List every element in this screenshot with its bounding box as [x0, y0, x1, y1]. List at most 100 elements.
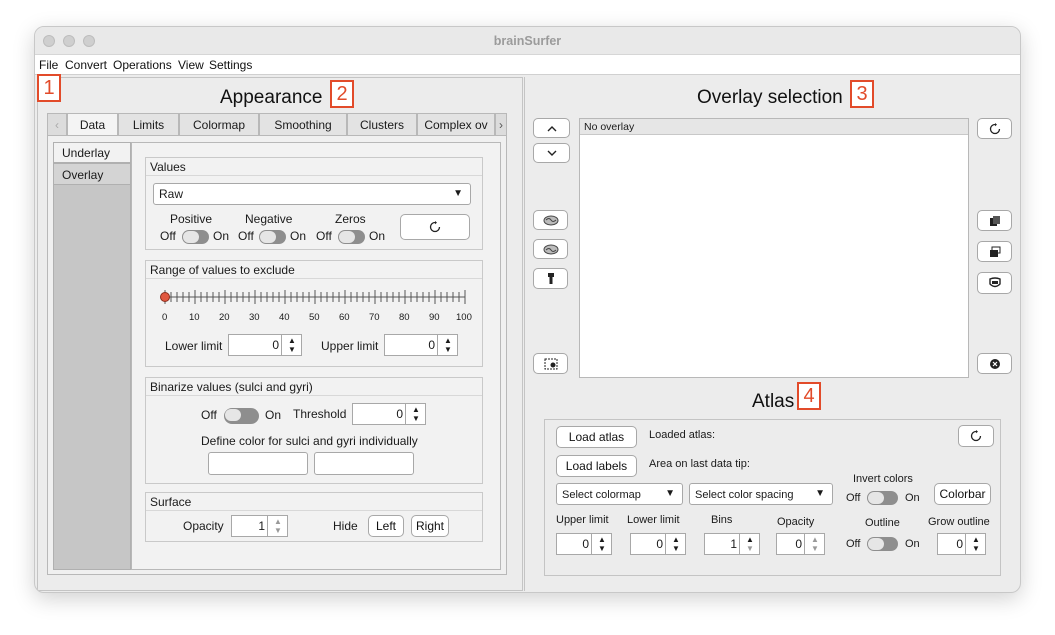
tab-clusters[interactable]: Clusters [347, 113, 417, 135]
duplicate-button[interactable] [977, 241, 1012, 262]
outline-toggle[interactable] [867, 537, 898, 551]
threshold-value: 0 [396, 407, 403, 421]
spinner-arrows-icon[interactable]: ▲ ▼ [437, 335, 457, 355]
lower-limit-spinner[interactable]: 0 ▲ ▼ [228, 334, 302, 356]
refresh-atlas-button[interactable] [958, 425, 994, 447]
load-atlas-button[interactable]: Load atlas [556, 426, 637, 448]
hide-left-button[interactable]: Left [368, 515, 404, 537]
atlas-colormap-dropdown[interactable]: Select colormap ▼ [556, 483, 683, 505]
load-labels-button[interactable]: Load labels [556, 455, 637, 477]
tab-smoothing[interactable]: Smoothing [259, 113, 347, 135]
brain-right-button[interactable] [533, 239, 568, 259]
tab-scroll-right[interactable]: › [495, 113, 507, 135]
range-tick-label: 50 [309, 312, 320, 323]
atlas-lower-limit-spinner[interactable]: 0 ▲ ▼ [630, 533, 686, 555]
overlay-list-item[interactable]: No overlay [580, 119, 968, 135]
spinner-arrows-icon[interactable]: ▲ ▼ [965, 534, 985, 554]
panel-divider [524, 77, 525, 591]
colorbar-button[interactable]: Colorbar [934, 483, 991, 505]
grow-outline-spinner[interactable]: 0 ▲ ▼ [937, 533, 986, 555]
copy-button[interactable] [977, 210, 1012, 231]
negative-label: Negative [245, 212, 293, 226]
spinner-arrows-icon[interactable]: ▲ ▼ [267, 516, 287, 536]
atlas-heading: Atlas [752, 391, 795, 412]
menu-operations[interactable]: Operations [113, 58, 172, 72]
zeros-toggle[interactable] [338, 230, 365, 244]
refresh-overlay-button[interactable] [977, 118, 1012, 139]
hide-right-button[interactable]: Right [411, 515, 449, 537]
spinner-arrows-icon[interactable]: ▲ ▼ [405, 404, 425, 424]
refresh-values-button[interactable] [400, 214, 470, 240]
upper-limit-spinner[interactable]: 0 ▲ ▼ [384, 334, 458, 356]
tab-scroll-left[interactable]: ‹ [47, 113, 67, 135]
upper-limit-label: Upper limit [321, 339, 379, 353]
window-title: brainSurfer [493, 34, 562, 48]
spinner-arrows-icon[interactable]: ▲ ▼ [281, 335, 301, 355]
bins-spinner[interactable]: 1 ▲ ▼ [704, 533, 760, 555]
tab-colormap[interactable]: Colormap [179, 113, 259, 135]
grow-outline-label: Grow outline [928, 516, 990, 528]
spinner-arrows-icon[interactable]: ▲ ▼ [804, 534, 824, 554]
side-tab-underlay[interactable]: Underlay [53, 142, 131, 163]
chevron-down-icon [547, 150, 556, 156]
outline-off-label: Off [846, 538, 861, 550]
mask-button[interactable] [977, 272, 1012, 294]
tab-limits[interactable]: Limits [118, 113, 179, 135]
chevron-up-icon [547, 125, 556, 131]
outline-on-label: On [905, 538, 920, 550]
refresh-icon [429, 221, 441, 233]
opacity-spinner[interactable]: 1 ▲ ▼ [231, 515, 288, 537]
values-dropdown[interactable]: Raw ▼ [153, 183, 471, 205]
gyri-color-field[interactable] [314, 452, 414, 475]
threshold-spinner[interactable]: 0 ▲ ▼ [352, 403, 426, 425]
negative-toggle[interactable] [259, 230, 286, 244]
refresh-icon [989, 122, 1000, 134]
marker-2: 2 [330, 80, 354, 108]
delete-overlay-button[interactable] [977, 353, 1012, 374]
move-down-button[interactable] [533, 143, 570, 163]
flashlight-button[interactable] [533, 268, 568, 289]
sulci-color-field[interactable] [208, 452, 308, 475]
positive-toggle[interactable] [182, 230, 209, 244]
define-color-label: Define color for sulci and gyri individu… [201, 434, 418, 448]
menu-convert[interactable]: Convert [65, 58, 107, 72]
invert-off-label: Off [846, 492, 861, 504]
menu-view[interactable]: View [178, 58, 204, 72]
atlas-upper-limit-spinner[interactable]: 0 ▲ ▼ [556, 533, 612, 555]
menu-settings[interactable]: Settings [209, 58, 252, 72]
binarize-on-label: On [265, 408, 282, 422]
brain-left-button[interactable] [533, 210, 568, 230]
menu-file[interactable]: File [39, 58, 58, 72]
flashlight-icon [547, 272, 554, 284]
move-up-button[interactable] [533, 118, 570, 138]
dropdown-caret-icon: ▼ [665, 488, 675, 499]
lower-limit-value: 0 [272, 338, 279, 352]
tab-complex-overlay[interactable]: Complex ov [417, 113, 495, 135]
spinner-arrows-icon[interactable]: ▲ ▼ [739, 534, 759, 554]
range-tick-label: 0 [162, 312, 168, 323]
spinner-arrows-icon[interactable]: ▲ ▼ [665, 534, 685, 554]
side-tab-column [53, 142, 131, 570]
atlas-opacity-spinner[interactable]: 0 ▲ ▼ [776, 533, 825, 555]
hide-label: Hide [333, 519, 358, 533]
zeros-off-label: Off [316, 229, 332, 243]
appearance-tabs: ‹ Data Limits Colormap Smoothing Cluster… [47, 113, 507, 135]
screenshot-button[interactable] [533, 353, 568, 374]
color-spacing-value: Select color spacing [695, 489, 794, 501]
invert-colors-label: Invert colors [853, 473, 913, 485]
range-tick-label: 70 [369, 312, 380, 323]
invert-colors-toggle[interactable] [867, 491, 898, 505]
atlas-upper-limit-value: 0 [582, 537, 589, 551]
range-tick-label: 30 [249, 312, 260, 323]
range-slider-thumb[interactable] [160, 292, 170, 302]
binarize-toggle[interactable] [224, 408, 259, 424]
side-tab-overlay[interactable]: Overlay [53, 163, 131, 185]
app-window: brainSurfer File Convert Operations View… [34, 26, 1021, 593]
tab-data[interactable]: Data [67, 113, 118, 135]
color-spacing-dropdown[interactable]: Select color spacing ▼ [689, 483, 833, 505]
appearance-heading: Appearance [220, 87, 323, 108]
overlay-list[interactable]: No overlay [579, 118, 969, 378]
spinner-arrows-icon[interactable]: ▲ ▼ [591, 534, 611, 554]
area-tip-label: Area on last data tip: [649, 458, 750, 470]
binarize-off-label: Off [201, 408, 217, 422]
